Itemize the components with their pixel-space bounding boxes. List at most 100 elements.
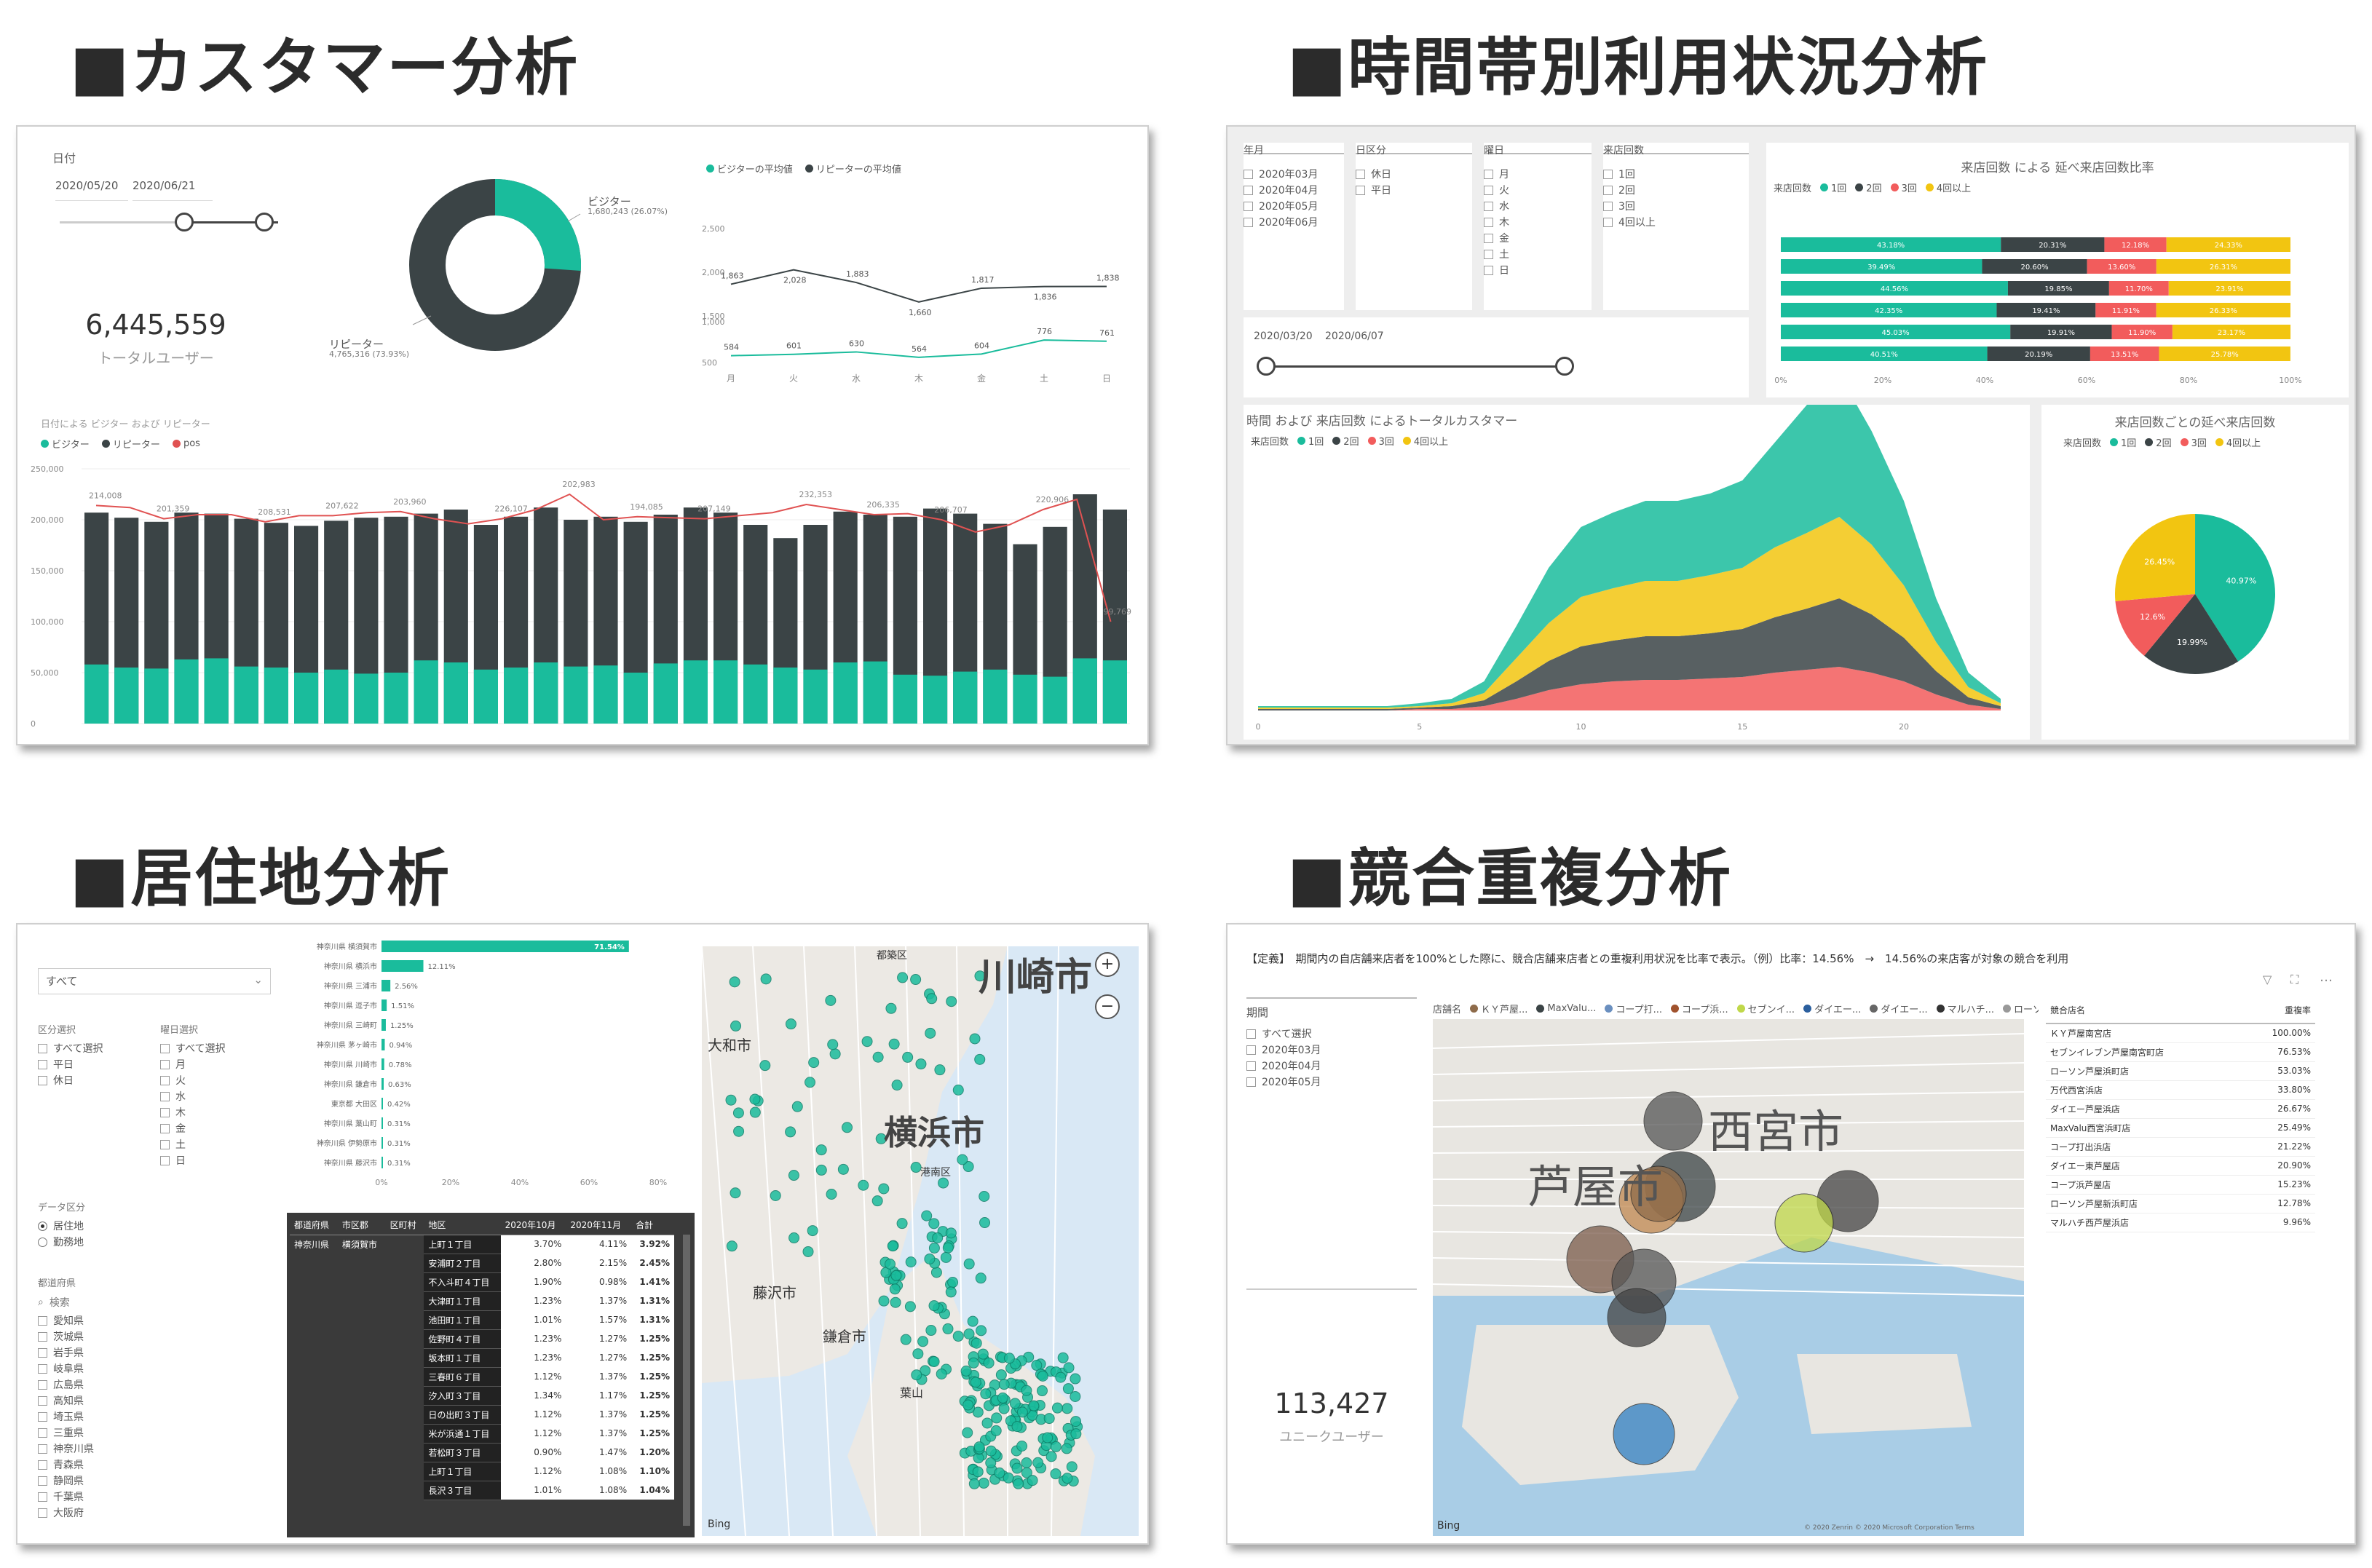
dayofweek-item[interactable]: 日 bbox=[160, 1152, 269, 1168]
dayofweek-item[interactable]: 土 bbox=[160, 1136, 269, 1152]
datatype-item[interactable]: 勤務地 bbox=[38, 1234, 271, 1250]
dayofweek-item[interactable]: 水 bbox=[160, 1088, 269, 1104]
time-date-handle-start[interactable] bbox=[1257, 357, 1276, 376]
visits-item[interactable]: 1回 bbox=[1603, 166, 1749, 182]
more-options-icon[interactable]: … bbox=[2320, 970, 2333, 985]
checkbox[interactable] bbox=[1484, 185, 1493, 195]
checkbox[interactable] bbox=[1603, 201, 1613, 211]
checkbox[interactable] bbox=[160, 1107, 170, 1117]
visits-item[interactable]: 3回 bbox=[1603, 198, 1749, 214]
checkbox[interactable] bbox=[38, 1059, 47, 1069]
checkbox[interactable] bbox=[160, 1059, 170, 1069]
checkbox[interactable] bbox=[38, 1075, 47, 1085]
checkbox[interactable] bbox=[1484, 169, 1493, 179]
dayofweek-item[interactable]: 火 bbox=[160, 1072, 269, 1088]
checkbox[interactable] bbox=[38, 1379, 47, 1390]
checkbox[interactable] bbox=[38, 1508, 47, 1518]
dayofweek-item[interactable]: 月 bbox=[160, 1056, 269, 1072]
checkbox[interactable] bbox=[1246, 1029, 1256, 1039]
checkbox[interactable] bbox=[1484, 249, 1493, 259]
prefecture-item[interactable]: 神奈川県 bbox=[38, 1441, 278, 1457]
checkbox[interactable] bbox=[160, 1091, 170, 1101]
date-to-input[interactable]: 2020/06/21 bbox=[133, 179, 213, 201]
checkbox[interactable] bbox=[1603, 169, 1613, 179]
filter-icon[interactable]: ▽ bbox=[2263, 973, 2272, 986]
daytype-item[interactable]: 休日 bbox=[1356, 166, 1472, 182]
period-item[interactable]: 2020年03月 bbox=[1246, 1042, 1417, 1058]
checkbox[interactable] bbox=[38, 1331, 47, 1342]
dayofweek-item[interactable]: 金 bbox=[160, 1120, 269, 1136]
residence-top-select[interactable]: すべて ⌄ bbox=[38, 968, 271, 994]
area-item[interactable]: 休日 bbox=[38, 1072, 147, 1088]
prefecture-search[interactable]: ⌕ 検索 bbox=[38, 1295, 278, 1310]
checkbox[interactable] bbox=[38, 1444, 47, 1454]
checkbox[interactable] bbox=[1246, 1061, 1256, 1071]
checkbox[interactable] bbox=[1246, 1077, 1256, 1087]
prefecture-item[interactable]: 愛知県 bbox=[38, 1312, 278, 1329]
checkbox[interactable] bbox=[38, 1460, 47, 1470]
checkbox[interactable] bbox=[38, 1315, 47, 1326]
table-header-cell[interactable]: 2020年10月 bbox=[500, 1216, 566, 1235]
date-range-handle-end[interactable] bbox=[255, 213, 274, 231]
map-zoom-in-button[interactable]: + bbox=[1095, 952, 1120, 977]
checkbox[interactable] bbox=[160, 1139, 170, 1149]
checkbox[interactable] bbox=[160, 1123, 170, 1133]
visits-item[interactable]: 2回 bbox=[1603, 182, 1749, 198]
area-item[interactable]: 平日 bbox=[38, 1056, 147, 1072]
competitor-map[interactable]: 西宮市 芦屋市 Bing © 2020 Zenrin © 2020 Micros… bbox=[1433, 1019, 2024, 1536]
prefecture-item[interactable]: 大阪府 bbox=[38, 1505, 278, 1521]
weekday-item[interactable]: 土 bbox=[1484, 246, 1592, 262]
table-header-cell[interactable]: 地区 bbox=[424, 1216, 501, 1235]
competitor-header-cell[interactable]: 重複率 bbox=[2239, 997, 2315, 1024]
date-range-handle-start[interactable] bbox=[175, 213, 194, 231]
checkbox[interactable] bbox=[38, 1043, 47, 1053]
prefecture-item[interactable]: 三重県 bbox=[38, 1425, 278, 1441]
month-item[interactable]: 2020年04月 bbox=[1244, 182, 1344, 198]
radio-button[interactable] bbox=[38, 1237, 47, 1247]
daytype-item[interactable]: 平日 bbox=[1356, 182, 1472, 198]
time-date-handle-end[interactable] bbox=[1555, 357, 1574, 376]
visits-item[interactable]: 4回以上 bbox=[1603, 214, 1749, 230]
period-item[interactable]: 2020年05月 bbox=[1246, 1074, 1417, 1090]
period-item[interactable]: 2020年04月 bbox=[1246, 1058, 1417, 1074]
table-scrollbar[interactable] bbox=[683, 1235, 690, 1526]
weekday-item[interactable]: 火 bbox=[1484, 182, 1592, 198]
weekday-item[interactable]: 水 bbox=[1484, 198, 1592, 214]
checkbox[interactable] bbox=[38, 1411, 47, 1422]
checkbox[interactable] bbox=[1356, 185, 1365, 195]
weekday-item[interactable]: 日 bbox=[1484, 262, 1592, 278]
area-item[interactable]: すべて選択 bbox=[38, 1040, 147, 1056]
checkbox[interactable] bbox=[160, 1043, 170, 1053]
weekday-item[interactable]: 木 bbox=[1484, 214, 1592, 230]
checkbox[interactable] bbox=[1484, 233, 1493, 243]
checkbox[interactable] bbox=[1246, 1045, 1256, 1055]
dayofweek-item[interactable]: 木 bbox=[160, 1104, 269, 1120]
prefecture-item[interactable]: 高知県 bbox=[38, 1393, 278, 1409]
table-header-cell[interactable]: 合計 bbox=[631, 1216, 674, 1235]
focus-mode-icon[interactable]: ⛶ bbox=[2290, 973, 2298, 987]
checkbox[interactable] bbox=[1603, 185, 1613, 195]
checkbox[interactable] bbox=[160, 1155, 170, 1165]
prefecture-item[interactable]: 青森県 bbox=[38, 1457, 278, 1473]
weekday-item[interactable]: 金 bbox=[1484, 230, 1592, 246]
checkbox[interactable] bbox=[160, 1075, 170, 1085]
prefecture-item[interactable]: 千葉県 bbox=[38, 1489, 278, 1505]
checkbox[interactable] bbox=[38, 1492, 47, 1502]
prefecture-item[interactable]: 岩手県 bbox=[38, 1345, 278, 1361]
time-date-from[interactable]: 2020/03/20 bbox=[1254, 330, 1313, 342]
date-from-input[interactable]: 2020/05/20 bbox=[55, 179, 128, 201]
weekday-item[interactable]: 月 bbox=[1484, 166, 1592, 182]
checkbox[interactable] bbox=[38, 1347, 47, 1358]
table-header-cell[interactable]: 都道府県 bbox=[290, 1216, 338, 1235]
competitor-header-cell[interactable]: 競合店名 bbox=[2046, 997, 2240, 1024]
time-date-to[interactable]: 2020/06/07 bbox=[1325, 330, 1384, 342]
checkbox[interactable] bbox=[1356, 169, 1365, 179]
checkbox[interactable] bbox=[38, 1363, 47, 1374]
checkbox[interactable] bbox=[1244, 217, 1253, 227]
radio-button[interactable] bbox=[38, 1221, 47, 1231]
datatype-item[interactable]: 居住地 bbox=[38, 1218, 271, 1234]
checkbox[interactable] bbox=[1244, 201, 1253, 211]
month-item[interactable]: 2020年06月 bbox=[1244, 214, 1344, 230]
prefecture-item[interactable]: 静岡県 bbox=[38, 1473, 278, 1489]
table-header-cell[interactable]: 市区郡 bbox=[337, 1216, 386, 1235]
